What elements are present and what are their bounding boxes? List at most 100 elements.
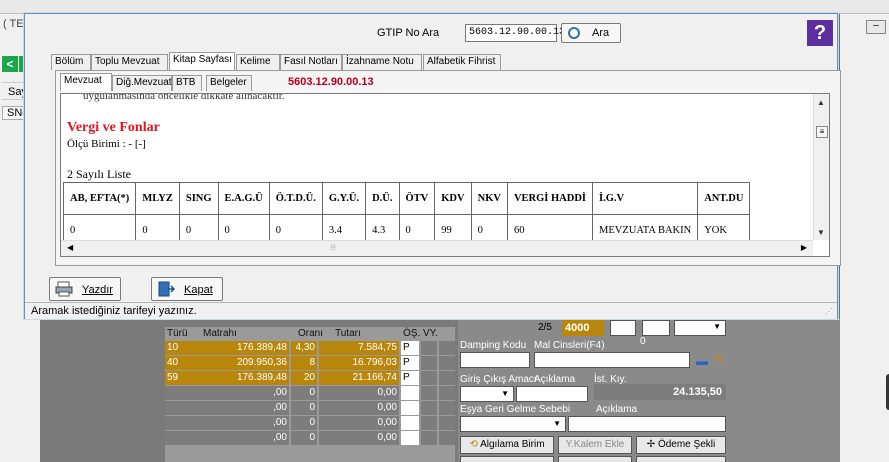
table-header-cell: VERGİ HADDİ	[506, 182, 594, 215]
aciklama2-input[interactable]	[568, 416, 726, 432]
algilama-birim-button[interactable]: ⟲ Algılama Birim	[460, 436, 554, 454]
tab-alfabetik-fihrist[interactable]: Alfabetik Fihrist	[423, 54, 501, 70]
table-header-cell: G.Y.Ü.	[321, 182, 367, 215]
tax-cell-tur	[165, 431, 201, 445]
resize-grip-icon[interactable]: ⋰	[825, 307, 835, 317]
tax-table-row[interactable]: ,00 0 0,00	[165, 401, 455, 416]
tax-cell-tutar: 0,00	[319, 416, 399, 430]
tarife-dialog: GTIP No Ara 5603.12.90.00.13 Ara ? Bölüm…	[24, 13, 841, 319]
tax-table-row[interactable]: 59 176.389,48 20 21.166,74 P	[165, 371, 455, 386]
tax-cell-matrah: 176.389,48	[201, 341, 289, 355]
scroll-thumb[interactable]: ≡	[816, 126, 828, 138]
ara-button-label: Ara	[592, 27, 610, 39]
tab-bolum[interactable]: Bölüm	[51, 54, 91, 70]
nav-first-button[interactable]: <	[2, 56, 18, 72]
form-small-field[interactable]	[642, 320, 670, 336]
tax-cell-os	[401, 386, 419, 400]
mal-cinsleri-input[interactable]	[534, 352, 690, 368]
tax-cell-tutar: 7.584,75	[319, 341, 399, 355]
scroll-thumb[interactable]: ⦙⦙⦙	[327, 243, 339, 254]
vertical-scrollbar[interactable]: ▲ ≡ ▼	[813, 94, 829, 240]
ist-kiy-value: 24.135,50	[594, 384, 726, 400]
tab-mevzuat[interactable]: Mevzuat	[60, 73, 112, 91]
table-header-cell: İ.G.V	[592, 182, 699, 215]
horizontal-scrollbar[interactable]: ◀ ⦙⦙⦙ ▶	[61, 240, 813, 256]
table-header-cell: NKV	[470, 182, 508, 215]
aciklama-input[interactable]	[516, 386, 588, 402]
tax-cell-tur: 40	[165, 356, 201, 370]
tab-kitap-sayfasi[interactable]: Kitap Sayfası	[169, 52, 235, 70]
kitap-sayfasi-panel: Mevzuat Diğ.Mevzuat BTB Belgeler 5603.12…	[55, 70, 841, 266]
tax-table-row[interactable]: 40 209.950,36 8 16.796,03 P	[165, 356, 455, 371]
tax-table-row[interactable]: ,00 0 0,00	[165, 416, 455, 431]
background-top-strip	[0, 0, 889, 14]
tax-cell-tur: 10	[165, 341, 201, 355]
scroll-left-icon[interactable]: ◀	[67, 243, 73, 252]
aciklama-label: Açıklama	[534, 374, 576, 385]
odeme-sekli-button[interactable]: ✢ Ödeme Şekli	[636, 436, 726, 454]
table-header-cell: E.A.G.Ü	[217, 182, 270, 215]
tab-kelime[interactable]: Kelime	[236, 54, 280, 70]
giris-cikis-dropdown[interactable]: ▼	[460, 386, 514, 402]
esya-geri-label: Eşya Geri Gelme Sebebi	[460, 404, 571, 415]
yazdir-button[interactable]: Yazdır	[49, 277, 121, 301]
tax-header-orani: Oranı	[298, 328, 324, 339]
edit-icon[interactable]: ✎	[714, 352, 724, 366]
declaration-form: 2/5 4000 ▼ Damping Kodu Mal Cinsleri(F4)…	[458, 318, 840, 462]
tax-header-tutari: Tutarı	[335, 328, 361, 339]
gtip-code-display: 5603.12.90.00.13	[288, 76, 374, 88]
page-counter: 2/5	[538, 322, 552, 333]
gtip-search-input[interactable]: 5603.12.90.00.13	[465, 24, 565, 42]
form-small-field[interactable]	[610, 320, 636, 336]
help-icon[interactable]: ?	[807, 20, 833, 46]
tab-btb[interactable]: BTB	[172, 75, 202, 91]
algilama-icon: ⟲	[469, 439, 478, 450]
tax-table-row[interactable]: ,00 0 0,00	[165, 386, 455, 401]
tax-cell-empty	[421, 431, 437, 445]
tab-dig-mevzuat[interactable]: Diğ.Mevzuat	[112, 75, 172, 91]
tax-cell-empty	[439, 341, 455, 355]
tax-cell-oran: 0	[291, 431, 317, 445]
tab-toplu-mevzuat[interactable]: Toplu Mevzuat	[91, 54, 168, 70]
tax-cell-oran: 0	[291, 416, 317, 430]
tax-cell-tutar: 16.796,03	[319, 356, 399, 370]
tab-fasil-notlari[interactable]: Fasıl Notları	[280, 54, 342, 70]
odeme-icon: ✢	[646, 439, 656, 450]
tax-cell-empty	[439, 386, 455, 400]
kapat-button[interactable]: Kapat	[151, 277, 223, 301]
tax-table-row[interactable]: ,00 0 0,00	[165, 431, 455, 446]
tax-cell-os: P	[401, 371, 419, 385]
tax-cell-os: P	[401, 356, 419, 370]
form-dropdown[interactable]: ▼	[674, 320, 726, 336]
mevzuat-content: uygulanmasında öncelikle dikkate alınaca…	[60, 93, 830, 257]
table-header-cell: MLYZ	[135, 182, 180, 215]
tax-cell-empty	[421, 371, 437, 385]
tax-header-vy: VY.	[423, 328, 438, 339]
tax-cell-empty	[439, 416, 455, 430]
status-text: Aramak istediğiniz tarifeyi yazınız.	[31, 305, 197, 317]
printer-icon	[55, 281, 73, 297]
tax-cell-matrah: ,00	[201, 416, 289, 430]
tax-cell-tutar: 0,00	[319, 386, 399, 400]
ara-button[interactable]: Ara	[561, 23, 621, 43]
search-icon	[568, 27, 580, 39]
y-kalem-ekle-button[interactable]: Y.Kalem Ekle	[558, 436, 632, 454]
odeme-sekli-label: Ödeme Şekli	[657, 439, 716, 450]
scroll-right-icon[interactable]: ▶	[801, 243, 807, 252]
damping-input[interactable]	[460, 352, 530, 368]
minimize-icon[interactable]: –	[866, 20, 886, 34]
scroll-up-icon[interactable]: ▲	[817, 98, 825, 107]
vergi-fonlar-title: Vergi ve Fonlar	[67, 120, 160, 135]
tab-belgeler[interactable]: Belgeler	[206, 75, 252, 91]
esya-geri-dropdown[interactable]: ▼	[460, 416, 566, 432]
tax-cell-empty	[421, 401, 437, 415]
tax-cell-empty	[421, 416, 437, 430]
tax-cell-matrah: 176.389,48	[201, 371, 289, 385]
search-list-icon[interactable]: ▬	[696, 354, 708, 368]
tax-table-row[interactable]: 10 176.389,48 4,30 7.584,75 P	[165, 341, 455, 356]
tax-cell-tur	[165, 416, 201, 430]
table-header-cell: KDV	[434, 182, 472, 215]
algilama-birim-label: Algılama Birim	[480, 439, 545, 450]
scroll-down-icon[interactable]: ▼	[817, 228, 825, 237]
tab-izahname-notu[interactable]: İzahname Notu	[342, 54, 422, 70]
